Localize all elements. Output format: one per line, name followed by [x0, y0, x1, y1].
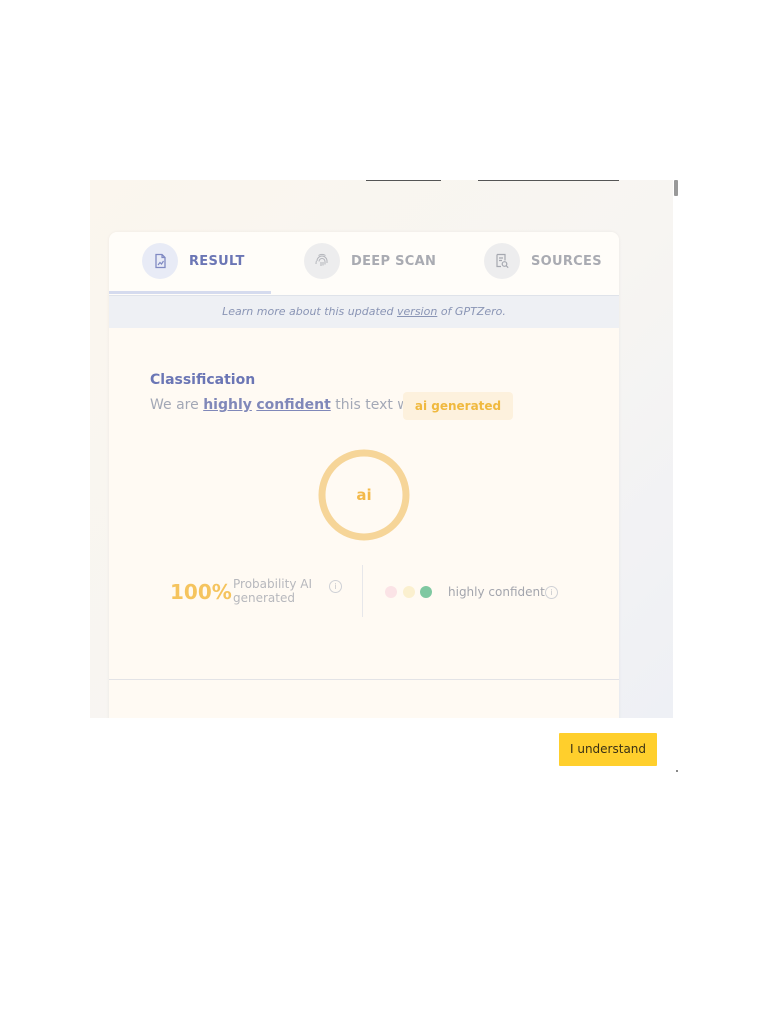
confidence-label: highly confident: [448, 585, 545, 599]
confidence-dot-medium: [403, 586, 415, 598]
probability-label: Probability AI generated: [233, 577, 312, 605]
update-notice: Learn more about this updated version of…: [109, 296, 619, 328]
document-chart-icon: [142, 243, 178, 279]
top-edge-line: [366, 180, 441, 181]
tab-deep-scan-label: DEEP SCAN: [351, 253, 437, 269]
tab-bar: RESULT DEEP SCAN SOURCES: [109, 232, 619, 296]
notice-text-suffix: of GPTZero.: [437, 305, 506, 318]
highly-link[interactable]: highly: [203, 397, 252, 413]
ai-score-ring: ai: [317, 448, 411, 542]
screenshot-region: RESULT DEEP SCAN SOURCES Learn more abou…: [90, 180, 673, 718]
ring-label: ai: [356, 486, 372, 504]
tab-sources-label: SOURCES: [531, 253, 602, 269]
probability-percent: 100%: [170, 580, 232, 604]
classification-title: Classification: [150, 372, 256, 388]
i-understand-button[interactable]: I understand: [559, 733, 657, 766]
fingerprint-icon: [304, 243, 340, 279]
stats-divider: [362, 565, 363, 617]
notice-text-prefix: Learn more about this updated: [222, 305, 398, 318]
confidence-dot-low: [385, 586, 397, 598]
confidence-info-icon[interactable]: i: [545, 586, 558, 599]
scrollbar-end: [676, 770, 678, 772]
tab-result-label: RESULT: [189, 253, 245, 269]
ai-generated-badge: ai generated: [403, 392, 513, 420]
result-card: RESULT DEEP SCAN SOURCES Learn more abou…: [109, 232, 619, 718]
sentence-start: We are: [150, 397, 204, 413]
confident-link[interactable]: confident: [256, 397, 330, 413]
classification-sentence: We are highly confident this text was: [150, 397, 425, 413]
tab-sources[interactable]: SOURCES: [484, 242, 602, 280]
tab-result[interactable]: RESULT: [142, 242, 245, 280]
active-tab-indicator: [109, 291, 271, 294]
document-search-icon: [484, 243, 520, 279]
card-divider: [109, 679, 619, 680]
version-link[interactable]: version: [397, 305, 437, 318]
tab-deep-scan[interactable]: DEEP SCAN: [304, 242, 436, 280]
confidence-dot-high: [420, 586, 432, 598]
probability-info-icon[interactable]: i: [329, 580, 342, 593]
top-edge-line: [478, 180, 619, 181]
scrollbar-thumb[interactable]: [674, 180, 678, 196]
